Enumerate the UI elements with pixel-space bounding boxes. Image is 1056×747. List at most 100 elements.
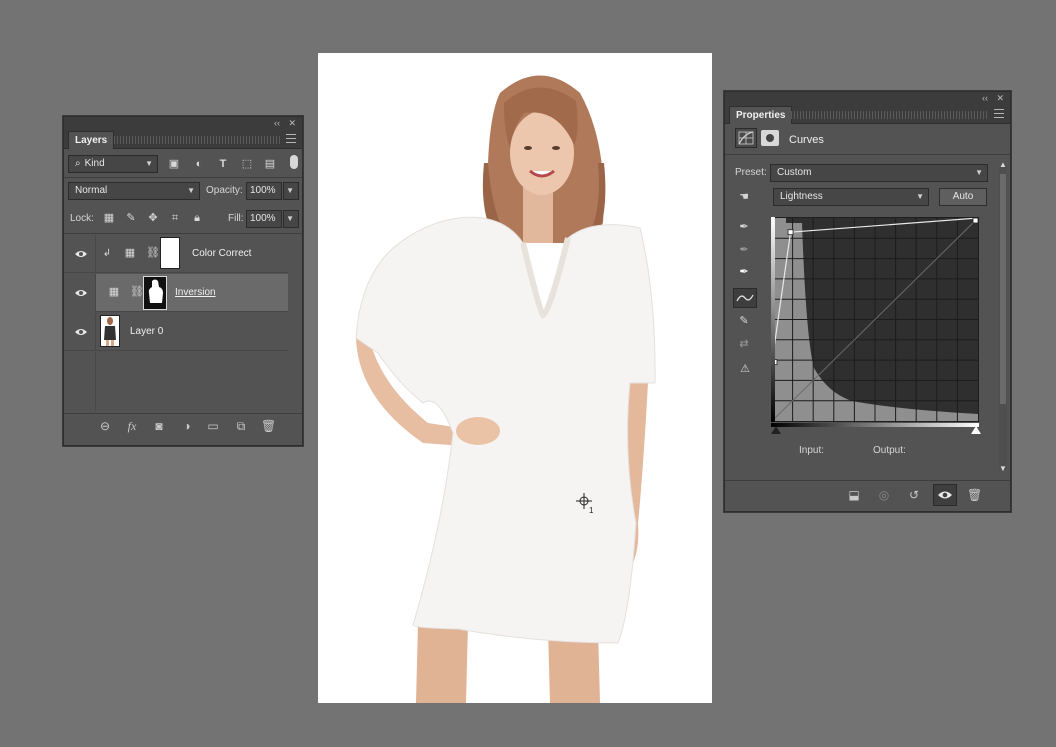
trash-icon[interactable]: 🗑︎ xyxy=(261,419,276,433)
sample-gray-point-eyedropper-icon[interactable]: ✒ xyxy=(736,243,752,257)
opacity-label: Opacity: xyxy=(206,185,243,196)
panel-menu-icon[interactable] xyxy=(994,109,1004,118)
visibility-column-empty xyxy=(64,352,96,411)
lock-label: Lock: xyxy=(70,213,94,224)
link-layers-icon[interactable]: ⊖ xyxy=(98,419,112,433)
filter-pixel-icon[interactable]: ▣ xyxy=(167,157,181,171)
tab-properties[interactable]: Properties xyxy=(729,106,793,124)
filter-type-icon[interactable]: T xyxy=(216,157,230,171)
preset-dropdown[interactable]: Custom ▼ xyxy=(770,164,988,182)
scroll-up-icon[interactable]: ▲ xyxy=(998,158,1008,172)
add-mask-icon[interactable]: ◙ xyxy=(152,419,166,433)
filter-adjustment-icon[interactable]: ◐ xyxy=(192,157,206,171)
preset-label: Preset: xyxy=(735,167,767,178)
visibility-column[interactable] xyxy=(64,313,96,351)
sample-white-point-eyedropper-icon[interactable]: ✒ xyxy=(736,265,752,279)
sample-black-point-eyedropper-icon[interactable]: ✒ xyxy=(736,220,752,234)
trash-icon[interactable]: 🗑︎ xyxy=(967,488,982,502)
lock-position-move-icon[interactable]: ✥ xyxy=(146,211,160,225)
lock-image-brush-icon[interactable]: ✎ xyxy=(124,211,138,225)
eye-icon xyxy=(938,491,952,499)
properties-panel-titlebar[interactable]: ‹‹ ✕ xyxy=(725,92,1010,104)
layer-thumbnail[interactable] xyxy=(100,315,120,347)
layer-mask-thumbnail[interactable] xyxy=(160,237,180,269)
layers-tabbar: Layers xyxy=(64,129,302,149)
smooth-curve-icon[interactable]: ⇄ xyxy=(734,337,754,351)
preset-value: Custom xyxy=(777,167,812,178)
blend-mode-dropdown[interactable]: Normal ▼ xyxy=(68,182,200,200)
eye-icon[interactable] xyxy=(74,247,88,261)
chevron-down-icon: ▼ xyxy=(286,186,294,195)
layer-row-inversion[interactable]: ▦ ⛓ Inversion xyxy=(64,274,288,312)
layer-mask-thumbnail[interactable] xyxy=(143,276,167,310)
collapse-icon[interactable]: ‹‹ xyxy=(274,117,280,129)
adjustment-layer-icon[interactable]: ◑ xyxy=(180,419,194,433)
mask-icon[interactable] xyxy=(761,130,779,146)
link-chain-icon[interactable]: ⛓ xyxy=(146,246,160,260)
curves-adjustment-icon[interactable] xyxy=(735,128,757,148)
scroll-down-icon[interactable]: ▼ xyxy=(998,462,1008,476)
view-previous-state-icon[interactable]: ◎ xyxy=(875,488,893,502)
curves-graph-icon xyxy=(738,131,754,145)
properties-panel: ‹‹ ✕ Properties Curves Preset: Custom ▼ … xyxy=(724,91,1011,512)
collapse-icon[interactable]: ‹‹ xyxy=(982,92,988,104)
clipping-warning-icon[interactable]: ⚠ xyxy=(733,362,757,376)
close-icon[interactable]: ✕ xyxy=(996,92,1004,104)
tab-grip[interactable] xyxy=(791,111,988,119)
reset-icon[interactable]: ↺ xyxy=(905,488,923,502)
scrollbar-thumb[interactable] xyxy=(1000,174,1006,404)
auto-button[interactable]: Auto xyxy=(939,188,987,206)
close-icon[interactable]: ✕ xyxy=(288,117,296,129)
divider xyxy=(64,233,302,234)
channel-dropdown[interactable]: Lightness ▼ xyxy=(773,188,929,206)
filter-kind-dropdown[interactable]: ⌕ Kind ▼ xyxy=(68,155,158,173)
lock-transparent-icon[interactable]: ▦ xyxy=(102,211,116,225)
folder-icon[interactable]: ▭ xyxy=(206,419,220,433)
properties-scrollbar[interactable] xyxy=(999,166,1007,470)
layer-name[interactable]: Color Correct xyxy=(192,247,251,261)
document-canvas[interactable]: 1 xyxy=(318,53,712,703)
fx-icon[interactable]: fx xyxy=(124,419,140,433)
white-point-slider[interactable] xyxy=(971,426,981,434)
mask-silhouette xyxy=(148,279,163,303)
filter-kind-label: Kind xyxy=(84,158,105,169)
clipping-arrow-icon: ↲ xyxy=(102,248,112,259)
chevron-down-icon: ▼ xyxy=(187,186,195,195)
link-chain-icon[interactable]: ⛓ xyxy=(130,285,144,299)
fill-label: Fill: xyxy=(228,213,244,224)
new-layer-icon[interactable]: ⧉ xyxy=(234,419,248,433)
layers-panel-titlebar[interactable]: ‹‹ ✕ xyxy=(64,117,302,129)
fill-input[interactable]: 100% xyxy=(246,210,282,228)
eye-icon[interactable] xyxy=(74,286,88,300)
on-image-adjustment-hand-icon[interactable]: ☚ xyxy=(734,190,754,204)
lock-all-icon[interactable]: 🔒︎ xyxy=(190,211,204,225)
curve-control-point[interactable] xyxy=(787,229,794,236)
curves-graph-canvas[interactable] xyxy=(771,217,979,422)
panel-menu-icon[interactable] xyxy=(286,134,296,143)
filter-smart-object-icon[interactable]: ▤ xyxy=(263,157,277,171)
tab-grip[interactable] xyxy=(108,136,280,144)
lock-artboard-icon[interactable]: ⌗ xyxy=(168,211,182,225)
visibility-column[interactable] xyxy=(64,235,96,273)
layers-panel: ‹‹ ✕ Layers ⌕ Kind ▼ ▣ ◐ T ⬚ ▤ Normal ▼ O… xyxy=(63,116,303,446)
toggle-visibility-button[interactable] xyxy=(933,484,957,506)
properties-footer: ⬓ ◎ ↺ 🗑︎ xyxy=(725,480,1010,510)
layer-name[interactable]: Layer 0 xyxy=(130,325,163,339)
opacity-dropdown-button[interactable]: ▼ xyxy=(283,182,299,200)
layer-row-color-correct[interactable]: ↲ ▦ ⛓ Color Correct xyxy=(64,235,288,273)
fill-dropdown-button[interactable]: ▼ xyxy=(283,210,299,228)
layer-name[interactable]: Inversion xyxy=(175,286,216,300)
draw-pencil-icon[interactable]: ✎ xyxy=(736,314,752,328)
photo-woman-white-dress: 1 xyxy=(355,75,656,703)
eye-icon[interactable] xyxy=(74,325,88,339)
edit-points-curve-button[interactable] xyxy=(733,288,757,308)
opacity-input[interactable]: 100% xyxy=(246,182,282,200)
layer-row-layer-0[interactable]: Layer 0 xyxy=(64,313,288,351)
clip-to-layer-icon[interactable]: ⬓ xyxy=(845,488,863,502)
curves-graph[interactable] xyxy=(771,217,979,422)
visibility-column[interactable] xyxy=(64,274,96,312)
filter-toggle-switch[interactable] xyxy=(290,155,298,169)
filter-shape-icon[interactable]: ⬚ xyxy=(240,157,254,171)
curve-control-point[interactable] xyxy=(972,217,979,224)
black-point-slider[interactable] xyxy=(771,426,781,434)
